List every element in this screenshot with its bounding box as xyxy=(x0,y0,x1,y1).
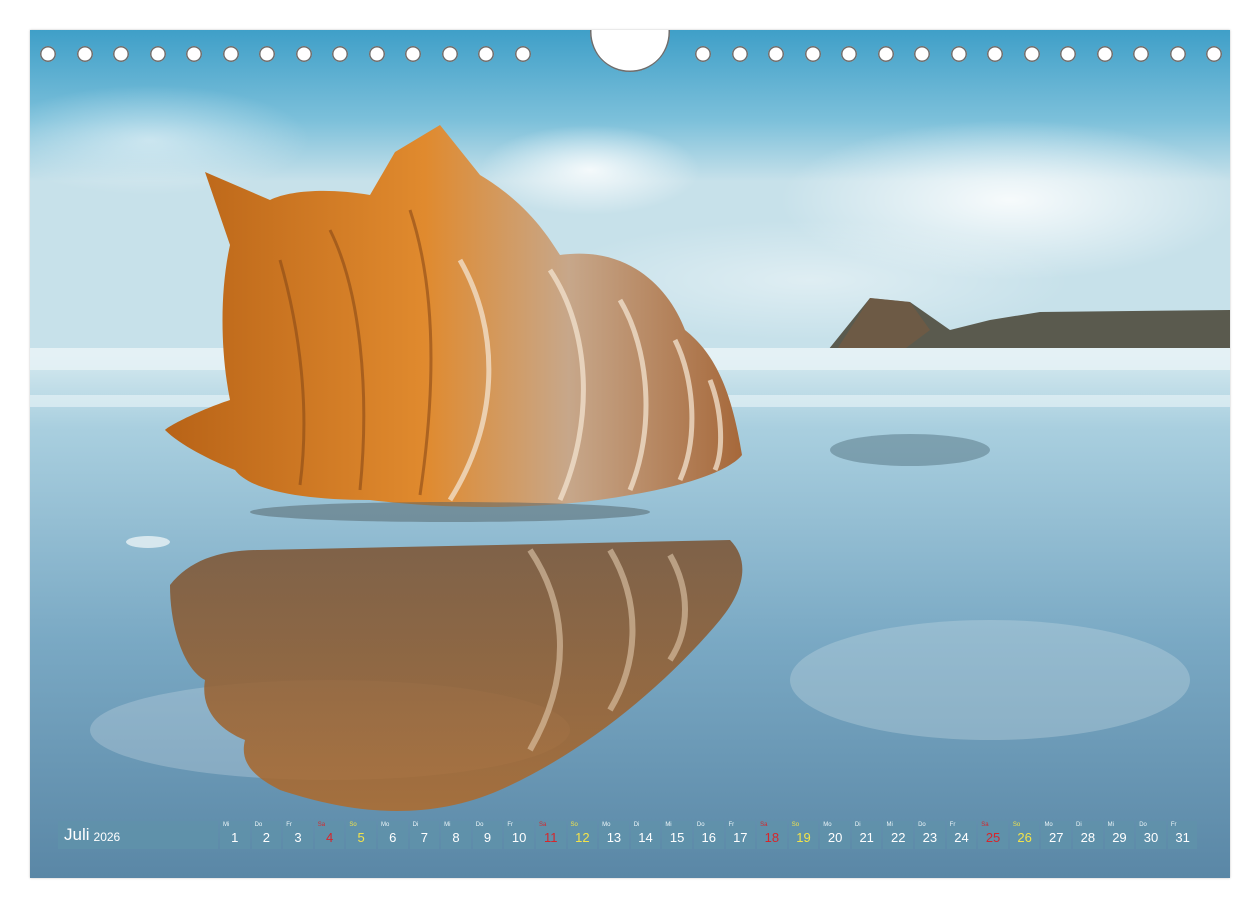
day-number: 11 xyxy=(543,830,558,845)
day-cell: Fr 3 xyxy=(283,821,313,849)
day-weekday: Di xyxy=(1076,822,1082,828)
day-cell: Di 28 xyxy=(1073,821,1103,849)
day-number: 23 xyxy=(922,830,938,845)
day-number: 31 xyxy=(1175,830,1190,845)
day-cell: Sa 11 xyxy=(535,821,566,849)
day-cell: Do 23 xyxy=(915,821,945,849)
day-weekday: Mi xyxy=(665,822,672,828)
day-cell: Mi 1 xyxy=(220,821,250,849)
day-number: 5 xyxy=(357,830,365,845)
day-number: 7 xyxy=(420,830,428,845)
day-number: 21 xyxy=(859,830,874,845)
day-weekday: Mi xyxy=(1107,822,1114,828)
day-number: 18 xyxy=(764,830,780,845)
day-number: 4 xyxy=(325,830,334,845)
day-weekday: Mo xyxy=(1044,822,1053,828)
day-weekday: So xyxy=(570,822,578,828)
day-weekday: Do xyxy=(475,822,484,828)
day-cell: Mo 27 xyxy=(1041,821,1072,849)
month-calendar-bar: Juli 2026 Mi 1 Do 2 Fr 3 Sa 4 So 5 Mo 6 Di 7 Mi 8 Do 9 Fr 1… xyxy=(58,821,1198,849)
day-cell: Sa 18 xyxy=(757,821,787,849)
day-number: 27 xyxy=(1049,830,1064,845)
day-weekday: Mi xyxy=(444,822,451,828)
day-number: 20 xyxy=(827,830,843,845)
day-number: 15 xyxy=(669,830,685,845)
day-cell: Sa 4 xyxy=(314,821,345,849)
day-number: 3 xyxy=(294,830,302,845)
day-weekday: Sa xyxy=(760,822,768,828)
day-cell: Fr 31 xyxy=(1167,821,1198,849)
day-weekday: So xyxy=(791,822,800,828)
day-number: 25 xyxy=(985,830,1001,845)
calendar-page: Juli 2026 Mi 1 Do 2 Fr 3 Sa 4 So 5 Mo 6 Di 7 Mi 8 Do 9 Fr 1… xyxy=(30,30,1230,878)
day-weekday: Di xyxy=(412,822,419,828)
day-weekday: Do xyxy=(254,822,263,828)
day-number: 1 xyxy=(231,830,239,845)
day-weekday: So xyxy=(1012,822,1021,828)
day-cell: Mi 8 xyxy=(441,821,471,849)
day-weekday: Do xyxy=(696,822,705,828)
month-label: Juli 2026 xyxy=(58,821,218,849)
seashell-beach-photo xyxy=(30,30,1230,878)
month-year: 2026 xyxy=(93,829,121,844)
day-weekday: Sa xyxy=(981,822,989,828)
day-number: 19 xyxy=(796,830,811,845)
day-cell: Do 2 xyxy=(251,821,282,849)
day-number: 29 xyxy=(1112,830,1127,845)
day-weekday: Fr xyxy=(286,822,292,828)
day-weekday: Fr xyxy=(728,822,735,828)
day-number: 2 xyxy=(262,830,270,845)
day-number: 26 xyxy=(1017,830,1032,845)
day-weekday: Mo xyxy=(823,822,832,828)
day-cell: Fr 17 xyxy=(725,821,756,849)
day-cell: Di 14 xyxy=(630,821,661,849)
day-cell: Do 16 xyxy=(693,821,724,849)
day-weekday: Sa xyxy=(538,822,547,828)
day-cell: Di 7 xyxy=(409,821,440,849)
day-weekday: Mi xyxy=(223,822,230,828)
day-number: 24 xyxy=(954,830,969,845)
day-cell: Fr 10 xyxy=(504,821,534,849)
day-cell: Do 30 xyxy=(1136,821,1166,849)
day-number: 30 xyxy=(1143,830,1159,845)
day-number: 12 xyxy=(575,830,590,845)
day-number: 10 xyxy=(511,830,527,845)
day-cell: Do 9 xyxy=(472,821,503,849)
day-cell: Fr 24 xyxy=(946,821,977,849)
day-weekday: Mo xyxy=(602,822,611,828)
day-weekday: Fr xyxy=(1170,822,1177,828)
day-number: 6 xyxy=(389,830,397,845)
day-cell: So 12 xyxy=(567,821,598,849)
day-cell: So 5 xyxy=(346,821,376,849)
day-weekday: Fr xyxy=(507,822,514,828)
day-number: 13 xyxy=(606,830,622,845)
day-weekday: Mo xyxy=(380,822,390,828)
day-number: 16 xyxy=(701,830,716,845)
month-name: Juli xyxy=(64,825,90,844)
day-cell: Mo 20 xyxy=(820,821,850,849)
day-cell: Sa 25 xyxy=(978,821,1008,849)
day-number: 28 xyxy=(1080,830,1096,845)
day-cell: Mo 13 xyxy=(599,821,629,849)
day-weekday: Di xyxy=(854,822,861,828)
day-cell: Mi 29 xyxy=(1104,821,1135,849)
day-weekday: Sa xyxy=(317,822,326,828)
day-number: 14 xyxy=(638,830,653,845)
day-number: 8 xyxy=(452,830,460,845)
day-weekday: Fr xyxy=(949,822,956,828)
day-weekday: Mi xyxy=(886,822,893,828)
day-cell: Di 21 xyxy=(851,821,882,849)
day-cell: So 19 xyxy=(788,821,819,849)
day-number: 17 xyxy=(733,830,748,845)
day-weekday: Di xyxy=(633,822,640,828)
day-weekday: So xyxy=(349,822,357,828)
day-cell: So 26 xyxy=(1009,821,1040,849)
day-number: 22 xyxy=(891,830,906,845)
day-cell: Mi 22 xyxy=(883,821,914,849)
day-cell: Mo 6 xyxy=(377,821,408,849)
day-number: 9 xyxy=(483,830,492,845)
day-weekday: Do xyxy=(918,822,926,828)
day-weekday: Do xyxy=(1139,822,1147,828)
day-cell: Mi 15 xyxy=(662,821,692,849)
